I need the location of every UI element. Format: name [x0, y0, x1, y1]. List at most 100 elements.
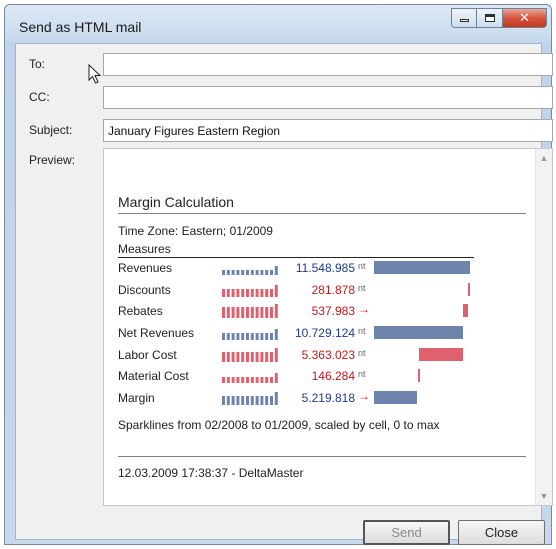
trend-indicator: nt	[358, 282, 366, 293]
report-title: Margin Calculation	[118, 194, 526, 214]
sparkline-bar	[226, 270, 230, 275]
sparkline-bar	[260, 307, 264, 319]
measure-name: Revenues	[118, 261, 173, 275]
sparkline-bar	[236, 351, 240, 362]
sparkline-bar	[241, 270, 245, 275]
cc-label: CC:	[29, 90, 50, 104]
cc-field[interactable]	[103, 86, 553, 109]
sparkline	[222, 284, 278, 297]
sparkline-bar	[231, 396, 235, 406]
sparkline-bar	[265, 307, 269, 319]
sparkline-bar	[231, 351, 235, 362]
title-bar[interactable]: Send as HTML mail ✕	[5, 5, 551, 43]
sparkline-bar	[250, 270, 254, 275]
sparkline-bar	[246, 396, 249, 406]
sparkline-bar	[236, 288, 240, 297]
measure-row: Rebates 537.983 →	[118, 301, 526, 323]
sparkline-bar	[222, 307, 225, 319]
dialog-window: Send as HTML mail ✕ To: CC: Subject: Pre…	[4, 4, 553, 545]
minimize-button[interactable]	[451, 8, 477, 28]
sparkline-bar	[246, 270, 249, 275]
trend-indicator: →	[358, 389, 370, 404]
sparkline-bar	[260, 377, 264, 384]
sparkline-bar	[270, 307, 273, 319]
trend-indicator: nt	[358, 261, 366, 271]
measure-value: 10.729.124	[294, 326, 355, 341]
trend-indicator: nt	[358, 347, 366, 358]
value-bar	[374, 326, 464, 340]
subject-field[interactable]	[103, 119, 553, 142]
trend-indicator: →	[358, 302, 370, 317]
sparkline-bar	[250, 333, 254, 341]
sparkline-bar	[265, 396, 269, 406]
sparkline-bar	[260, 333, 264, 341]
sparkline-bar	[236, 307, 240, 319]
measure-row: Revenues 11.548.985 nt	[118, 258, 526, 280]
trend-indicator: nt	[358, 369, 366, 380]
sparkline-bar	[255, 288, 259, 297]
maximize-button[interactable]	[477, 8, 503, 28]
sparkline-bar	[265, 333, 269, 341]
sparkline-bar	[250, 288, 254, 297]
sparkline-bar	[255, 351, 259, 362]
to-label: To:	[29, 57, 46, 71]
report-divider	[118, 455, 526, 457]
sparkline-bar	[226, 307, 230, 319]
measure-row: Labor Cost 5.363.023 nt	[118, 345, 526, 367]
sparkline-bar	[231, 377, 235, 384]
preview-label: Preview:	[29, 153, 76, 167]
sparkline	[222, 347, 278, 362]
sparkline-bar	[270, 351, 273, 362]
report-timestamp: 12.03.2009 17:38:37 - DeltaMaster	[118, 465, 304, 480]
sparkline-bar	[265, 288, 269, 297]
sparkline-bar	[246, 351, 249, 362]
report-footnote: Sparklines from 02/2008 to 01/2009, scal…	[118, 417, 440, 432]
sparkline-bar	[236, 396, 240, 406]
sparkline-bar	[236, 377, 240, 384]
sparkline-bar	[226, 377, 230, 384]
sparkline	[222, 266, 278, 275]
measure-value: 5.363.023	[301, 347, 355, 362]
scroll-down-icon[interactable]: ▼	[539, 491, 549, 501]
measure-value: 5.219.818	[301, 391, 355, 406]
value-bar	[463, 304, 469, 318]
send-button[interactable]: Send	[363, 520, 450, 545]
measure-name: Margin	[118, 391, 155, 406]
sparkline-bar	[270, 377, 273, 384]
sparkline-bar	[270, 333, 273, 341]
sparkline-bar	[236, 333, 240, 341]
sparkline	[222, 392, 278, 406]
value-bar	[374, 261, 470, 274]
sparkline-bar	[241, 396, 245, 406]
sparkline-bar	[222, 270, 225, 275]
sparkline-bar	[222, 396, 225, 406]
sparkline-bar	[241, 333, 245, 341]
close-button[interactable]: Close	[458, 520, 545, 545]
measure-value: 146.284	[311, 369, 355, 384]
sparkline-bar	[222, 333, 225, 341]
maximize-icon	[484, 14, 495, 22]
measures-table: Revenues 11.548.985 nt Discounts 281.878 nt Re…	[118, 258, 526, 410]
sparkline-bar	[270, 396, 273, 406]
sparkline-bar	[246, 333, 249, 341]
sparkline-bar	[236, 270, 240, 275]
sparkline-bar	[255, 270, 259, 275]
measures-header: Measures	[118, 242, 474, 258]
value-bar	[468, 282, 471, 296]
sparkline-bar	[255, 377, 259, 384]
sparkline-bar	[246, 377, 249, 384]
scroll-up-icon[interactable]: ▲	[539, 153, 549, 163]
measure-value: 281.878	[311, 282, 355, 297]
close-icon: ✕	[519, 10, 530, 26]
to-field[interactable]	[103, 53, 553, 76]
sparkline-bar	[222, 351, 225, 362]
sparkline-bar	[222, 377, 225, 384]
preview-scrollbar[interactable]: ▲ ▼	[535, 149, 552, 505]
close-window-button[interactable]: ✕	[503, 8, 547, 28]
measure-name: Rebates	[118, 304, 163, 319]
sparkline-bar	[260, 288, 264, 297]
sparkline	[222, 329, 278, 341]
preview-pane[interactable]: Margin Calculation Time Zone: Eastern; 0…	[103, 148, 553, 506]
sparkline-bar	[241, 351, 245, 362]
subject-label: Subject:	[29, 123, 73, 137]
